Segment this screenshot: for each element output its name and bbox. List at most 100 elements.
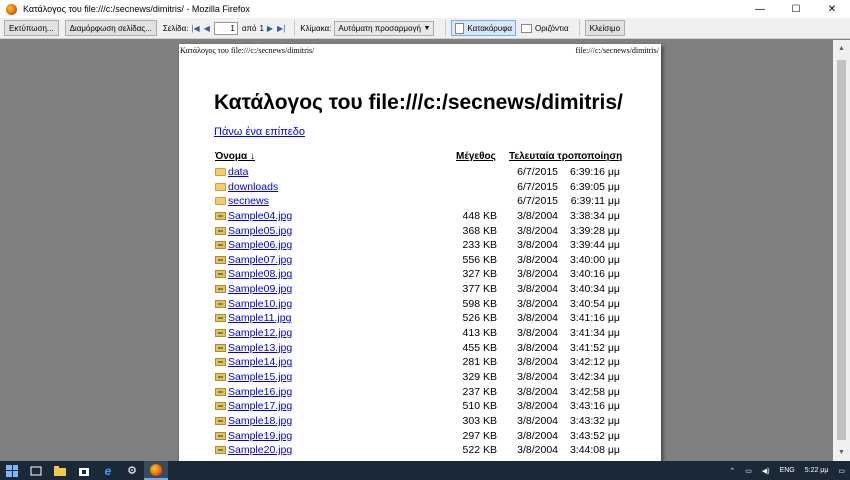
file-link[interactable]: Sample06.jpg — [228, 239, 292, 251]
file-date: 3/8/2004 — [517, 414, 558, 427]
close-window-button[interactable]: ✕ — [814, 0, 850, 18]
file-date: 3/8/2004 — [517, 268, 558, 281]
scroll-up-icon[interactable]: ▲ — [833, 40, 850, 57]
chevron-up-icon[interactable]: ⌃ — [729, 467, 735, 475]
file-date: 3/8/2004 — [517, 297, 558, 310]
settings-button[interactable]: ⚙ — [120, 461, 144, 480]
file-size: 598 KB — [462, 297, 497, 310]
landscape-label: Οριζόντια — [535, 23, 569, 33]
column-header-modified[interactable]: Τελευταία τροποποίηση — [509, 151, 622, 162]
list-item: Sample12.jpg 413 KB 3/8/2004 3:41:34 μμ — [179, 326, 661, 341]
scale-select[interactable]: Αυτόματη προσαρμογή ▼ — [334, 20, 435, 36]
vertical-scrollbar[interactable]: ▲ ▼ — [833, 40, 850, 461]
file-explorer-button[interactable] — [48, 461, 72, 480]
page-setup-button[interactable]: Διαμόρφωση σελίδας... — [64, 20, 157, 36]
scale-label: Κλίμακα: — [300, 23, 332, 33]
file-link[interactable]: Sample04.jpg — [228, 210, 292, 222]
page-number-input[interactable]: 1 — [213, 21, 238, 35]
list-item: Sample07.jpg 556 KB 3/8/2004 3:40:00 μμ — [179, 253, 661, 268]
window-controls: — ☐ ✕ — [742, 0, 850, 18]
file-date: 3/8/2004 — [517, 429, 558, 442]
file-date: 3/8/2004 — [517, 400, 558, 413]
list-item: Sample20.jpg 522 KB 3/8/2004 3:44:08 μμ — [179, 443, 661, 458]
list-item: Sample15.jpg 329 KB 3/8/2004 3:42:34 μμ — [179, 370, 661, 385]
file-link[interactable]: secnews — [228, 195, 269, 207]
firefox-icon — [150, 463, 162, 476]
notifications-icon[interactable]: ▭ — [838, 467, 845, 475]
folder-icon — [215, 197, 226, 206]
landscape-button[interactable]: Οριζόντια — [518, 20, 572, 36]
close-preview-button[interactable]: Κλείσιμο — [584, 20, 626, 36]
file-size: 522 KB — [462, 444, 497, 457]
file-time: 3:40:00 μμ — [569, 253, 620, 266]
file-size: 448 KB — [462, 209, 497, 222]
image-file-icon — [215, 358, 226, 367]
scroll-down-icon[interactable]: ▼ — [833, 444, 850, 461]
prev-page-button[interactable]: ◀ — [204, 24, 210, 33]
file-link[interactable]: Sample11.jpg — [228, 312, 291, 324]
image-file-icon — [215, 241, 226, 250]
list-item: Sample04.jpg 448 KB 3/8/2004 3:38:34 μμ — [179, 209, 661, 224]
column-header-name[interactable]: Όνομα ↓ — [215, 151, 255, 162]
start-button[interactable] — [0, 461, 24, 480]
file-link[interactable]: downloads — [228, 181, 278, 193]
maximize-button[interactable]: ☐ — [778, 0, 814, 18]
file-date: 3/8/2004 — [517, 327, 558, 340]
start-icon — [6, 464, 18, 477]
image-file-icon — [215, 402, 226, 411]
firefox-taskbar-button[interactable] — [144, 461, 168, 480]
language-indicator[interactable]: ENG — [780, 467, 795, 474]
minimize-button[interactable]: — — [742, 0, 778, 18]
internet-explorer-button[interactable]: e — [96, 461, 120, 480]
file-link[interactable]: Sample13.jpg — [228, 342, 292, 354]
file-link[interactable]: Sample15.jpg — [228, 371, 292, 383]
file-date: 3/8/2004 — [517, 224, 558, 237]
file-size: 233 KB — [462, 239, 497, 252]
list-item: Sample14.jpg 281 KB 3/8/2004 3:42:12 μμ — [179, 355, 661, 370]
page-label: Σελίδα: — [162, 23, 189, 33]
print-button[interactable]: Εκτύπωση... — [4, 20, 59, 36]
file-size: 556 KB — [462, 253, 497, 266]
column-header-size[interactable]: Μέγεθος — [456, 151, 496, 162]
next-page-button[interactable]: ▶ — [267, 24, 273, 33]
file-link[interactable]: Sample10.jpg — [228, 298, 292, 310]
file-link[interactable]: Sample07.jpg — [228, 254, 292, 266]
file-date: 3/8/2004 — [517, 385, 558, 398]
file-size: 526 KB — [462, 312, 497, 325]
page-header-left: Κατάλογος του file:///c:/secnews/dimitri… — [180, 46, 315, 55]
file-link[interactable]: Sample09.jpg — [228, 283, 292, 295]
file-time: 3:43:52 μμ — [569, 429, 620, 442]
of-label: από — [241, 23, 257, 33]
list-item: secnews 6/7/2015 6:39:11 μμ — [179, 194, 661, 209]
network-icon[interactable]: ▭ — [745, 467, 752, 475]
file-link[interactable]: Sample14.jpg — [228, 356, 292, 368]
file-link[interactable]: Sample08.jpg — [228, 268, 292, 280]
file-time: 6:39:11 μμ — [570, 195, 620, 208]
file-link[interactable]: Sample05.jpg — [228, 225, 292, 237]
file-size: 303 KB — [462, 414, 497, 427]
first-page-button[interactable]: |◀ — [191, 24, 199, 33]
file-link[interactable]: Sample17.jpg — [228, 400, 292, 412]
image-file-icon — [215, 285, 226, 294]
file-time: 3:42:12 μμ — [569, 356, 620, 369]
settings-icon: ⚙ — [127, 465, 137, 477]
file-link[interactable]: Sample19.jpg — [228, 430, 292, 442]
file-time: 3:41:34 μμ — [569, 327, 620, 340]
volume-icon[interactable]: ◀) — [762, 467, 770, 475]
file-link[interactable]: Sample16.jpg — [228, 386, 292, 398]
last-page-button[interactable]: ▶| — [277, 24, 285, 33]
scrollbar-thumb[interactable] — [837, 60, 846, 440]
file-link[interactable]: Sample12.jpg — [228, 327, 292, 339]
up-one-level-link[interactable]: Πάνω ένα επίπεδο — [214, 126, 305, 138]
list-item: Sample17.jpg 510 KB 3/8/2004 3:43:16 μμ — [179, 399, 661, 414]
store-button[interactable] — [72, 461, 96, 480]
image-file-icon — [215, 211, 226, 220]
file-link[interactable]: Sample20.jpg — [228, 444, 292, 456]
file-date: 3/8/2004 — [517, 370, 558, 383]
portrait-button[interactable]: Κατακόρυφα — [451, 20, 517, 36]
file-link[interactable]: Sample18.jpg — [228, 415, 292, 427]
file-link[interactable]: data — [228, 166, 248, 178]
task-view-button[interactable] — [24, 461, 48, 480]
title-bar: Κατάλογος του file:///c:/secnews/dimitri… — [0, 0, 850, 18]
clock[interactable]: 5:22 μμ — [805, 467, 829, 474]
